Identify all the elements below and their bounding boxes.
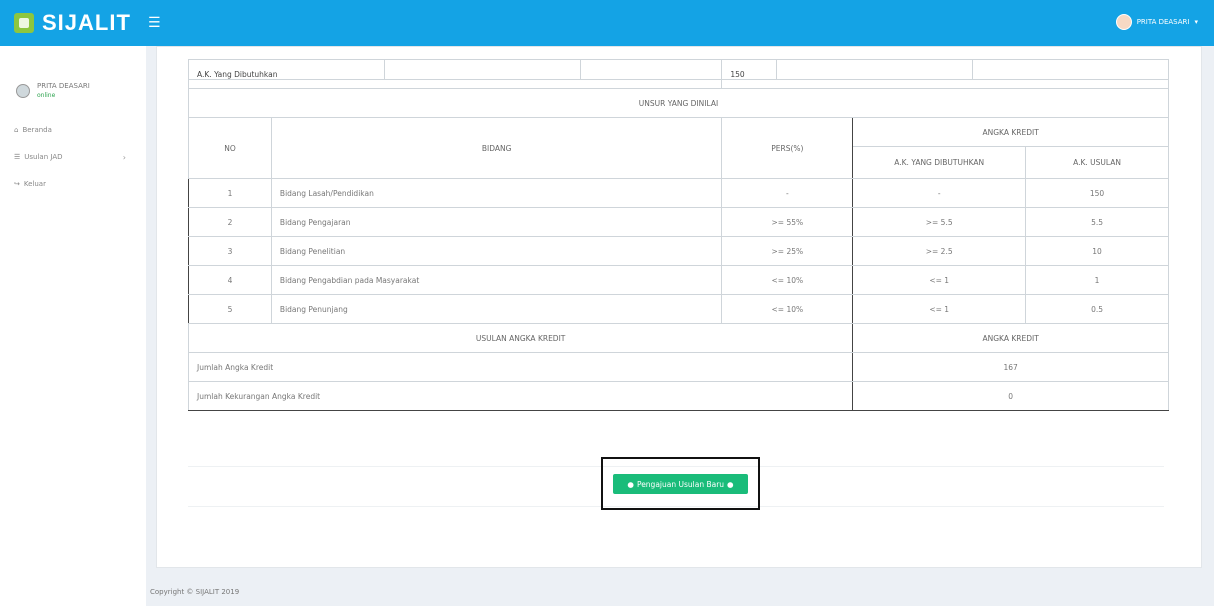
table-row: UNSUR YANG DINILAI xyxy=(188,88,1169,118)
col-header-pers: PERS(%) xyxy=(721,117,854,179)
cell-pers: <= 10% xyxy=(721,265,854,295)
assessment-table: A.K. Yang Dibutuhkan 150 UNSUR YANG DINI… xyxy=(187,59,1169,411)
table-row: 5 Bidang Penunjang <= 10% <= 1 0.5 xyxy=(188,294,1169,324)
cell-pers: >= 25% xyxy=(721,236,854,266)
table-row: 3 Bidang Penelitian >= 25% >= 2.5 10 xyxy=(188,236,1169,266)
cell-bidang: Bidang Lasah/Pendidikan xyxy=(270,178,723,208)
cell-bidang: Bidang Penunjang xyxy=(270,294,723,324)
summary-title: USULAN ANGKA KREDIT xyxy=(187,323,854,353)
cell-no: 3 xyxy=(188,236,272,266)
button-label: Pengajuan Usulan Baru xyxy=(636,479,725,489)
logo-mark-icon xyxy=(14,13,34,33)
cell-bidang: Bidang Penelitian xyxy=(270,236,723,266)
cell-no: 1 xyxy=(188,178,272,208)
summary-label: Jumlah Angka Kredit xyxy=(187,352,854,382)
user-menu-name: PRITA DEASARI xyxy=(1136,18,1190,26)
sidebar-item-label: Keluar xyxy=(23,180,46,188)
user-avatar-icon xyxy=(16,83,30,98)
logout-icon: ↪ xyxy=(14,180,20,188)
cell-bidang: Bidang Pengabdian pada Masyarakat xyxy=(270,265,723,295)
summary-value: 0 xyxy=(852,381,1169,411)
menu-toggle-icon[interactable]: ☰ xyxy=(148,15,161,31)
sidebar-item-label: Beranda xyxy=(22,126,52,134)
brand-logo[interactable]: SIJALIT xyxy=(14,10,131,36)
cell-ak-dibutuhkan: >= 2.5 xyxy=(852,236,1027,266)
section-title: UNSUR YANG DINILAI xyxy=(188,88,1169,118)
col-header-ak-usulan: A.K. USULAN xyxy=(1025,146,1169,179)
table-row: USULAN ANGKA KREDIT ANGKA KREDIT xyxy=(187,323,1169,353)
brand-name: SIJALIT xyxy=(42,10,131,35)
col-header-angka-kredit: ANGKA KREDIT xyxy=(852,117,1169,147)
chevron-down-icon: ▾ xyxy=(1194,18,1198,26)
user-menu[interactable]: PRITA DEASARI ▾ xyxy=(1115,14,1198,30)
sidebar: PRITA DEASARI online ⌂ Beranda ☰ Usulan … xyxy=(0,46,146,606)
table-row: 2 Bidang Pengajaran >= 55% >= 5.5 5.5 xyxy=(188,207,1169,237)
table-row: 1 Bidang Lasah/Pendidikan - - 150 xyxy=(188,178,1169,208)
summary-value: 167 xyxy=(852,352,1169,382)
sidebar-item-label: Usulan JAD xyxy=(24,153,63,161)
online-status: online xyxy=(37,92,56,99)
cell-pers: <= 10% xyxy=(721,294,854,324)
cell-ak-usulan: 5.5 xyxy=(1025,207,1169,237)
summary-col-header: ANGKA KREDIT xyxy=(852,323,1169,353)
topbar: SIJALIT ☰ PRITA DEASARI ▾ xyxy=(0,0,1214,46)
cell-ak-usulan: 150 xyxy=(1025,178,1169,208)
col-header-no: NO xyxy=(188,117,272,179)
cell-ak-dibutuhkan: <= 1 xyxy=(852,294,1027,324)
home-icon: ⌂ xyxy=(14,126,19,134)
chevron-right-icon: › xyxy=(122,152,126,162)
table-row: Jumlah Angka Kredit 167 xyxy=(187,352,1169,382)
cell-ak-usulan: 1 xyxy=(1025,265,1169,295)
col-header-bidang: BIDANG xyxy=(270,117,723,179)
table-row: A.K. Yang Dibutuhkan 150 xyxy=(187,59,1169,89)
submit-new-proposal-button[interactable]: ● Pengajuan Usulan Baru ● xyxy=(613,474,748,494)
footer-copyright: Copyright © SIJALIT 2019 xyxy=(150,588,240,596)
table-row: 4 Bidang Pengabdian pada Masyarakat <= 1… xyxy=(188,265,1169,295)
cell-pers: >= 55% xyxy=(721,207,854,237)
cell-ak-usulan: 0.5 xyxy=(1025,294,1169,324)
sidebar-item-usulan-jad[interactable]: ☰ Usulan JAD › xyxy=(14,152,136,162)
cell-no: 4 xyxy=(188,265,272,295)
cell-ak-dibutuhkan: - xyxy=(852,178,1027,208)
sidebar-item-beranda[interactable]: ⌂ Beranda xyxy=(14,126,52,134)
user-icon: ● xyxy=(627,479,634,489)
sidebar-user-name: PRITA DEASARI xyxy=(37,82,90,90)
ak-needed-label: A.K. Yang Dibutuhkan xyxy=(187,59,723,89)
table-row: Jumlah Kekurangan Angka Kredit 0 xyxy=(187,381,1169,411)
sidebar-item-keluar[interactable]: ↪ Keluar xyxy=(14,180,46,188)
summary-label: Jumlah Kekurangan Angka Kredit xyxy=(187,381,854,411)
cell-pers: - xyxy=(721,178,854,208)
cell-ak-dibutuhkan: <= 1 xyxy=(852,265,1027,295)
cell-bidang: Bidang Pengajaran xyxy=(270,207,723,237)
user-icon: ● xyxy=(727,479,734,489)
col-header-ak-dibutuhkan: A.K. YANG DIBUTUHKAN xyxy=(852,146,1027,179)
sidebar-user-panel: PRITA DEASARI online xyxy=(16,82,90,99)
list-icon: ☰ xyxy=(14,153,21,161)
table-header-row: NO BIDANG PERS(%) ANGKA KREDIT xyxy=(188,117,1169,179)
highlight-box: ● Pengajuan Usulan Baru ● xyxy=(601,457,760,510)
avatar xyxy=(1115,14,1132,30)
cell-no: 2 xyxy=(188,207,272,237)
cell-no: 5 xyxy=(188,294,272,324)
cell-ak-usulan: 10 xyxy=(1025,236,1169,266)
cell-ak-dibutuhkan: >= 5.5 xyxy=(852,207,1027,237)
ak-needed-value: 150 xyxy=(721,59,1169,89)
